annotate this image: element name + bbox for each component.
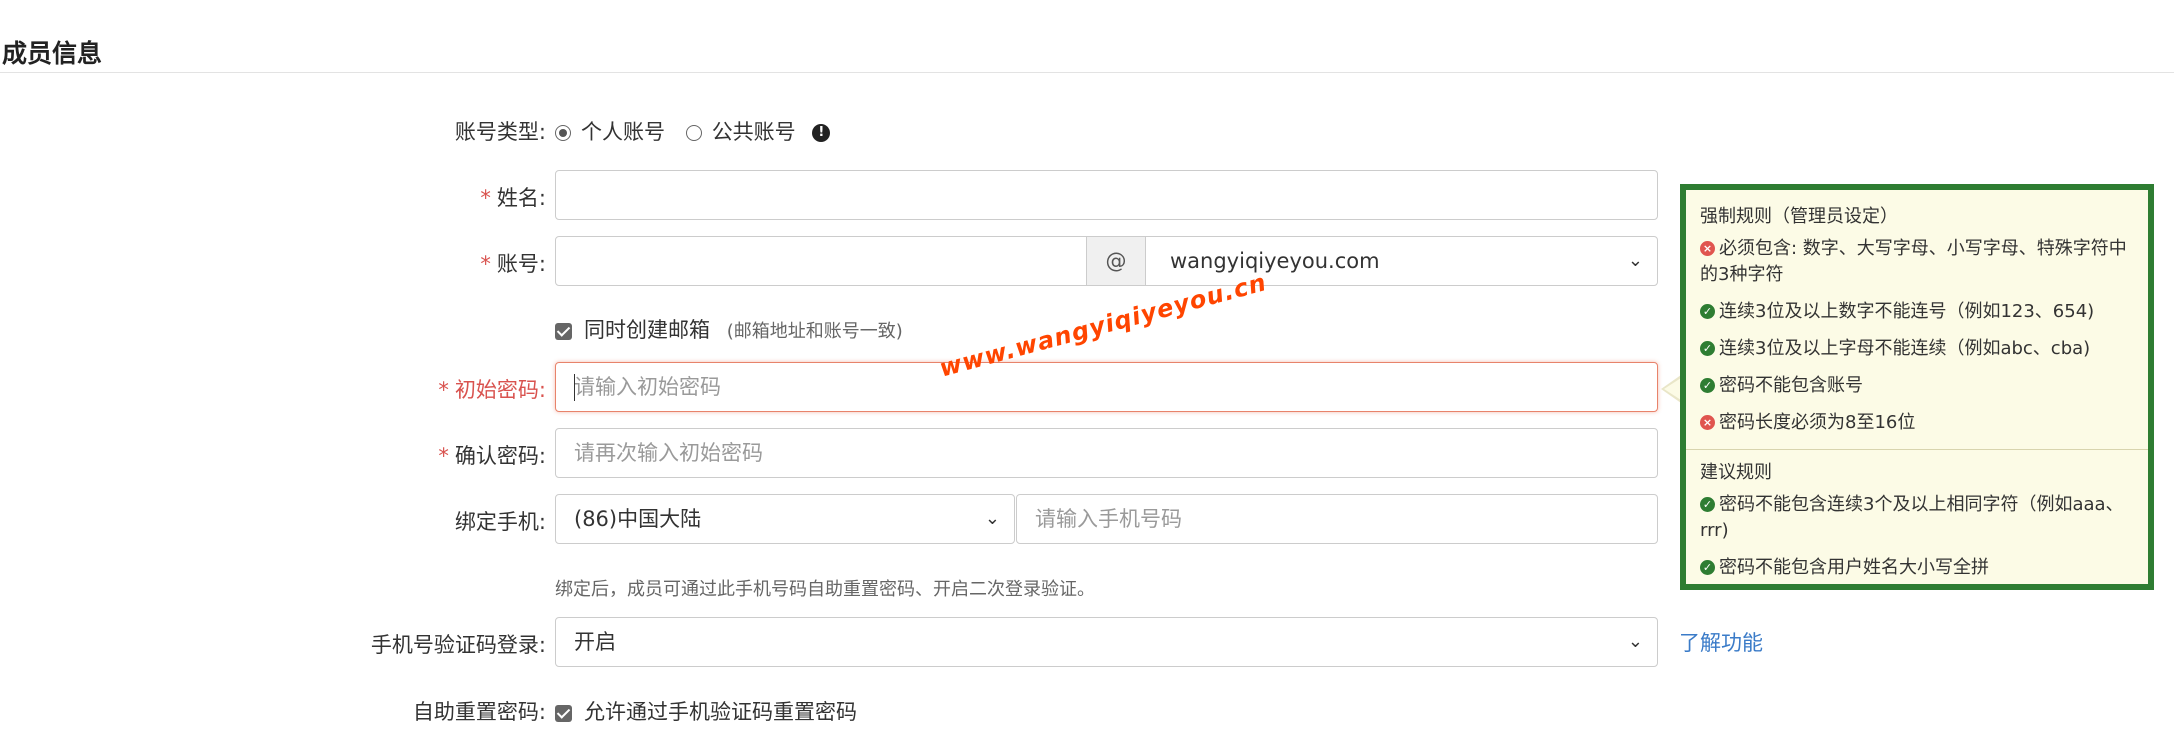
at-addon: @ — [1086, 236, 1146, 286]
checkbox-checked-icon — [555, 704, 572, 722]
chevron-down-icon: ⌄ — [1627, 631, 1643, 652]
initial-password-label: * 初始密码: — [0, 374, 546, 404]
learn-more-link[interactable]: 了解功能 — [1679, 627, 1763, 657]
check-circle-icon: ✓ — [1700, 340, 1715, 356]
chevron-down-icon: ⌄ — [984, 508, 1000, 529]
tooltip-arrow-inner — [1664, 378, 1681, 400]
rule-text: 密码不能包含用户姓名大小写全拼 — [1719, 557, 1989, 578]
required-mark: * — [438, 378, 449, 402]
mandatory-rules-title: 强制规则（管理员设定） — [1700, 206, 1898, 227]
account-label: * 账号: — [0, 248, 546, 278]
account-input[interactable] — [555, 236, 1087, 286]
rule-item: ✓ 密码不能包含连续3个及以上相同字符（例如aaa、rrr) — [1686, 488, 2148, 551]
confirm-password-label: * 确认密码: — [0, 440, 546, 470]
sms-login-select[interactable]: 开启 ⌄ — [555, 617, 1658, 667]
create-mailbox-checkbox[interactable]: 同时创建邮箱 (邮箱地址和账号一致) — [555, 314, 903, 344]
rule-item: ✓ 连续3位及以上字母不能连续（例如abc、cba) — [1686, 332, 2148, 369]
initial-password-label-text: 初始密码: — [454, 378, 546, 402]
rule-text: 密码不能包含账号 — [1719, 375, 1863, 396]
title-divider — [0, 72, 2174, 73]
rule-text: 必须包含: 数字、大写字母、小写字母、特殊字符中的3种字符 — [1700, 238, 2127, 285]
password-rules-panel: 强制规则（管理员设定） × 必须包含: 数字、大写字母、小写字母、特殊字符中的3种… — [1680, 184, 2154, 590]
rule-item: ✓ 密码不能包含用户姓名大小写全拼 — [1686, 551, 2148, 588]
radio-unselected-icon — [685, 125, 702, 141]
radio-personal-account[interactable]: 个人账号 — [555, 120, 665, 144]
name-input[interactable] — [555, 170, 1658, 220]
bind-phone-label: 绑定手机: — [454, 510, 546, 534]
confirm-password-label-text: 确认密码: — [454, 444, 546, 468]
check-circle-icon: ✓ — [1700, 496, 1715, 512]
suggested-rules-list: ✓ 密码不能包含连续3个及以上相同字符（例如aaa、rrr) ✓ 密码不能包含用户姓名… — [1686, 488, 2148, 588]
country-code-select[interactable]: (86)中国大陆 ⌄ — [555, 494, 1015, 544]
confirm-password-input[interactable]: 请再次输入初始密码 — [555, 428, 1658, 478]
self-reset-option-label: 允许通过手机验证码重置密码 — [584, 700, 857, 724]
checkbox-checked-icon — [555, 322, 572, 340]
required-mark: * — [438, 444, 449, 468]
name-label: * 姓名: — [0, 182, 546, 212]
check-circle-icon: ✓ — [1700, 303, 1715, 319]
info-icon[interactable]: ! — [812, 124, 831, 142]
rule-item: ✓ 连续3位及以上数字不能连号（例如123、654) — [1686, 295, 2148, 332]
domain-value: wangyiqiyeyou.com — [1170, 249, 1380, 273]
rule-text: 密码不能包含连续3个及以上相同字符（例如aaa、rrr) — [1700, 494, 2124, 541]
radio-public-label: 公共账号 — [711, 120, 796, 144]
check-circle-icon: ✓ — [1700, 559, 1715, 575]
rule-item: × 必须包含: 数字、大写字母、小写字母、特殊字符中的3种字符 — [1686, 232, 2148, 295]
check-circle-icon: ✓ — [1700, 377, 1715, 393]
radio-public-account[interactable]: 公共账号 — [685, 120, 796, 144]
phone-input[interactable]: 请输入手机号码 — [1016, 494, 1658, 544]
text-caret — [574, 374, 575, 401]
suggested-rules-title: 建议规则 — [1700, 462, 1772, 483]
account-type-label: 账号类型: — [454, 120, 546, 144]
sms-login-value: 开启 — [574, 630, 616, 654]
bind-phone-hint: 绑定后，成员可通过此手机号码自助重置密码、开启二次登录验证。 — [555, 579, 1095, 600]
rule-text: 连续3位及以上数字不能连号（例如123、654) — [1719, 301, 2095, 322]
country-code-value: (86)中国大陆 — [574, 507, 702, 531]
create-mailbox-hint: (邮箱地址和账号一致) — [726, 321, 903, 342]
x-circle-icon: × — [1700, 414, 1715, 430]
rule-text: 密码长度必须为8至16位 — [1719, 412, 1916, 433]
name-label-text: 姓名: — [496, 186, 546, 210]
create-mailbox-label: 同时创建邮箱 — [584, 318, 710, 342]
account-label-text: 账号: — [496, 252, 546, 276]
radio-personal-label: 个人账号 — [581, 120, 665, 144]
sms-login-label: 手机号验证码登录: — [370, 633, 546, 657]
rule-item: × 密码长度必须为8至16位 — [1686, 406, 2148, 443]
radio-selected-icon — [555, 125, 571, 141]
initial-password-input[interactable]: 请输入初始密码 — [555, 362, 1658, 412]
initial-password-placeholder: 请输入初始密码 — [574, 375, 721, 399]
rule-item: ✓ 密码不能包含账号 — [1686, 369, 2148, 406]
required-mark: * — [480, 252, 491, 276]
self-reset-label: 自助重置密码: — [412, 700, 546, 724]
self-reset-checkbox[interactable]: 允许通过手机验证码重置密码 — [555, 696, 857, 726]
required-mark: * — [480, 186, 491, 210]
rule-text: 连续3位及以上字母不能连续（例如abc、cba) — [1719, 338, 2091, 359]
x-circle-icon: × — [1700, 240, 1715, 256]
chevron-down-icon: ⌄ — [1627, 250, 1643, 271]
page-title: 成员信息 — [2, 39, 103, 68]
account-type-options: 个人账号 公共账号 ! — [555, 116, 831, 146]
mandatory-rules-list: × 必须包含: 数字、大写字母、小写字母、特殊字符中的3种字符 ✓ 连续3位及以上数字… — [1686, 232, 2148, 443]
